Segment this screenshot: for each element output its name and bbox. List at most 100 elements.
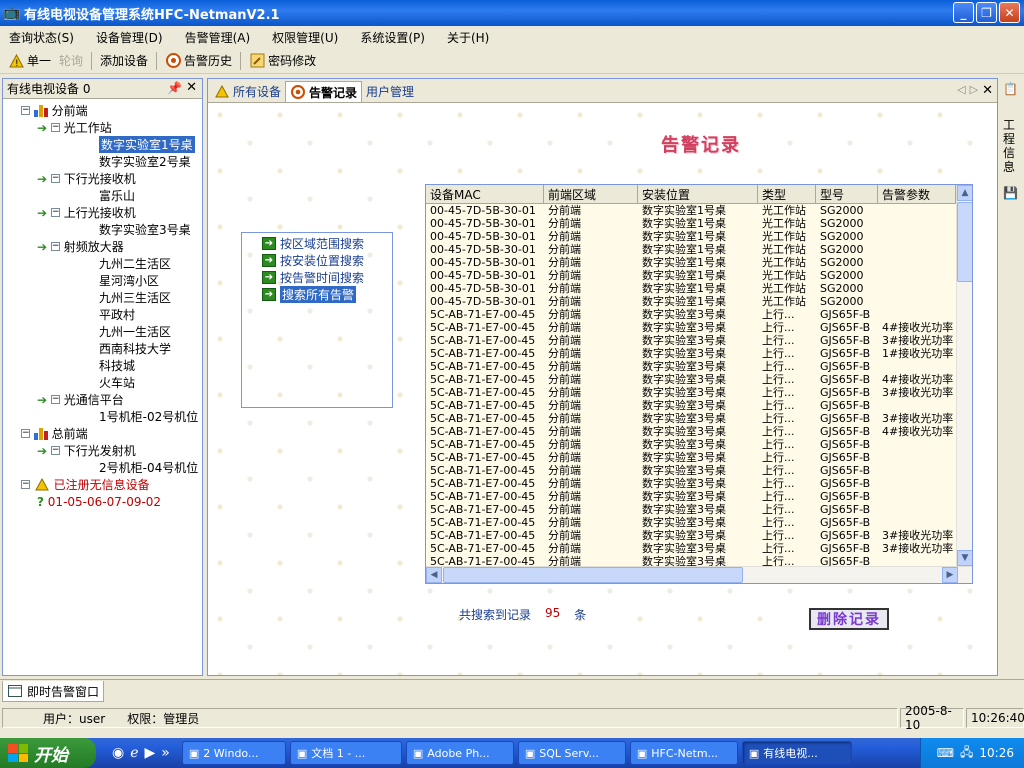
tree-node[interactable]: 数字实验室2号桌 — [99, 153, 191, 170]
table-row[interactable]: 00-45-7D-5B-30-01 分前端 数字实验室1号桌 光工作站 SG2000 — [426, 217, 972, 230]
tab-alarm-records[interactable]: 告警记录 — [285, 81, 363, 102]
alarm-records-table[interactable]: 设备MAC 前端区域 安装位置 类型 型号 告警参数 00-45-7D-5B-3… — [425, 184, 973, 584]
collapse-toggle-icon[interactable]: − — [50, 174, 60, 183]
menu-query-status[interactable]: 查询状态(S) — [4, 29, 79, 46]
start-button[interactable]: 开始 — [0, 738, 96, 768]
table-row[interactable]: 00-45-7D-5B-30-01 分前端 数字实验室1号桌 光工作站 SG2000 — [426, 204, 972, 217]
table-row[interactable]: 5C-AB-71-E7-00-45 分前端 数字实验室3号桌 上行... GJS65F-… — [426, 490, 972, 503]
add-device-button[interactable]: 添加设备 — [96, 52, 152, 69]
poll-button[interactable]: 轮询 — [55, 52, 87, 69]
table-row[interactable]: 00-45-7D-5B-30-01 分前端 数字实验室1号桌 光工作站 SG2000 — [426, 243, 972, 256]
delete-records-button[interactable]: 删除记录 — [809, 608, 889, 630]
table-row[interactable]: 5C-AB-71-E7-00-45 分前端 数字实验室3号桌 上行... GJS65F-… — [426, 347, 972, 360]
table-row[interactable]: 5C-AB-71-E7-00-45 分前端 数字实验室3号桌 上行... GJS65F-… — [426, 477, 972, 490]
table-row[interactable]: 00-45-7D-5B-30-01 分前端 数字实验室1号桌 光工作站 SG2000 — [426, 295, 972, 308]
close-button[interactable]: ✕ — [999, 2, 1020, 23]
save-icon[interactable]: 💾 — [1003, 186, 1018, 200]
tab-all-devices[interactable]: 所有设备 — [210, 81, 285, 102]
media-player-icon[interactable]: ▶ — [145, 745, 156, 761]
tree-node[interactable]: 数字实验室3号桌 — [99, 221, 191, 238]
scroll-left-icon[interactable]: ◀ — [426, 567, 442, 583]
tree-node[interactable]: 星河湾小区 — [99, 272, 159, 289]
table-row[interactable]: 00-45-7D-5B-30-01 分前端 数字实验室1号桌 光工作站 SG2000 — [426, 256, 972, 269]
table-row[interactable]: 5C-AB-71-E7-00-45 分前端 数字实验室3号桌 上行... GJS65F-… — [426, 386, 972, 399]
maximize-button[interactable]: ❐ — [976, 2, 997, 23]
scroll-thumb[interactable] — [957, 202, 972, 282]
table-row[interactable]: 5C-AB-71-E7-00-45 分前端 数字实验室3号桌 上行... GJS65F-… — [426, 503, 972, 516]
horizontal-scrollbar[interactable]: ◀ ▶ — [426, 566, 972, 583]
column-header[interactable]: 类型 — [758, 185, 816, 203]
collapse-toggle-icon[interactable]: − — [21, 480, 30, 489]
column-header[interactable]: 安装位置 — [638, 185, 758, 203]
tree-node[interactable]: ➔ − 射频放大器 — [37, 238, 124, 255]
keyboard-icon[interactable]: ⌨ — [937, 746, 954, 760]
menu-about[interactable]: 关于(H) — [442, 29, 494, 46]
collapse-toggle-icon[interactable]: − — [21, 106, 30, 115]
tree-node[interactable]: 富乐山 — [99, 187, 135, 204]
taskbar-button[interactable]: ▣ 文档 1 - ... — [289, 741, 402, 765]
taskbar-button[interactable]: ▣ 有线电视... — [741, 741, 852, 765]
table-row[interactable]: 00-45-7D-5B-30-01 分前端 数字实验室1号桌 光工作站 SG2000 — [426, 269, 972, 282]
table-row[interactable]: 5C-AB-71-E7-00-45 分前端 数字实验室3号桌 上行... GJS65F-… — [426, 425, 972, 438]
search-by-time-link[interactable]: ➔ 按告警时间搜索 — [262, 269, 364, 285]
tree-node[interactable]: ? 01-05-06-07-09-02 — [37, 493, 161, 510]
tree-node[interactable]: 西南科技大学 — [99, 340, 171, 357]
tab-scroll-right-icon[interactable]: ▷ — [970, 83, 978, 98]
engineering-info-tab[interactable]: 工程信息 — [1003, 118, 1017, 174]
tree-node[interactable]: 九州一生活区 — [99, 323, 171, 340]
tree-node[interactable]: 2号机柜-04号机位 — [99, 459, 198, 476]
search-by-location-link[interactable]: ➔ 按安装位置搜索 — [262, 252, 364, 268]
tab-realtime-alarm[interactable]: 即时告警窗口 — [2, 681, 105, 702]
tree-node[interactable]: ➔ − 下行光接收机 — [37, 170, 136, 187]
table-row[interactable]: 00-45-7D-5B-30-01 分前端 数字实验室1号桌 光工作站 SG2000 — [426, 282, 972, 295]
ie-icon[interactable]: ℯ — [130, 745, 138, 761]
table-row[interactable]: 00-45-7D-5B-30-01 分前端 数字实验室1号桌 光工作站 SG2000 — [426, 230, 972, 243]
tree-node[interactable]: 九州三生活区 — [99, 289, 171, 306]
search-all-alarms-link[interactable]: ➔ 搜索所有告警 — [262, 285, 357, 303]
table-row[interactable]: 5C-AB-71-E7-00-45 分前端 数字实验室3号桌 上行... GJS65F-… — [426, 464, 972, 477]
tree-node[interactable]: ➔ − 光工作站 — [37, 119, 112, 136]
menu-alarm-management[interactable]: 告警管理(A) — [180, 29, 256, 46]
tree-node[interactable]: 1号机柜-02号机位 — [99, 408, 198, 425]
table-row[interactable]: 5C-AB-71-E7-00-45 分前端 数字实验室3号桌 上行... GJS65F-… — [426, 360, 972, 373]
collapse-toggle-icon[interactable]: − — [50, 208, 60, 217]
tree-node[interactable]: 九州二生活区 — [99, 255, 171, 272]
tree-node[interactable]: − 总前端 — [21, 425, 88, 442]
tab-user-management[interactable]: 用户管理 — [362, 81, 418, 102]
table-row[interactable]: 5C-AB-71-E7-00-45 分前端 数字实验室3号桌 上行... GJS65F-… — [426, 334, 972, 347]
tree-node[interactable]: − 已注册无信息设备 — [21, 476, 150, 493]
taskbar-button[interactable]: ▣ 2 Windo... — [181, 741, 286, 765]
menu-device-management[interactable]: 设备管理(D) — [91, 29, 168, 46]
table-row[interactable]: 5C-AB-71-E7-00-45 分前端 数字实验室3号桌 上行... GJS65F-… — [426, 321, 972, 334]
tree-node[interactable]: 数字实验室1号桌 — [99, 136, 195, 153]
tree-node[interactable]: − 分前端 — [21, 102, 88, 119]
scroll-up-icon[interactable]: ▲ — [957, 185, 972, 201]
search-by-region-link[interactable]: ➔ 按区域范围搜索 — [262, 235, 364, 251]
table-row[interactable]: 5C-AB-71-E7-00-45 分前端 数字实验室3号桌 上行... GJS65F-… — [426, 542, 972, 555]
column-header[interactable]: 设备MAC — [426, 185, 544, 203]
collapse-toggle-icon[interactable]: − — [50, 123, 60, 132]
clipboard-icon[interactable]: 📋 — [1003, 82, 1018, 96]
column-header[interactable]: 型号 — [816, 185, 878, 203]
scroll-down-icon[interactable]: ▼ — [957, 550, 972, 566]
tree-node[interactable]: 火车站 — [99, 374, 135, 391]
taskbar-button[interactable]: ▣ SQL Serv... — [517, 741, 626, 765]
column-header[interactable]: 告警参数 — [878, 185, 956, 203]
tree-node[interactable]: ➔ − 下行光发射机 — [37, 442, 136, 459]
scroll-right-icon[interactable]: ▶ — [942, 567, 958, 583]
tree-node[interactable]: 平政村 — [99, 306, 135, 323]
column-header[interactable]: 前端区域 — [544, 185, 638, 203]
scroll-thumb[interactable] — [443, 567, 743, 583]
collapse-toggle-icon[interactable]: − — [50, 395, 60, 404]
collapse-toggle-icon[interactable]: − — [50, 446, 60, 455]
collapse-toggle-icon[interactable]: − — [21, 429, 30, 438]
close-icon[interactable]: ✕ — [186, 80, 197, 95]
password-button[interactable]: 密码修改 — [245, 52, 320, 69]
menu-permission-management[interactable]: 权限管理(U) — [267, 29, 343, 46]
taskbar-button[interactable]: ▣ HFC-Netm... — [629, 741, 738, 765]
table-row[interactable]: 5C-AB-71-E7-00-45 分前端 数字实验室3号桌 上行... GJS65F-… — [426, 438, 972, 451]
menu-system-settings[interactable]: 系统设置(P) — [355, 29, 430, 46]
network-icon[interactable]: 🖧 — [960, 743, 973, 764]
vertical-scrollbar[interactable]: ▲ ▼ — [956, 185, 972, 566]
minimize-button[interactable]: _ — [953, 2, 974, 23]
